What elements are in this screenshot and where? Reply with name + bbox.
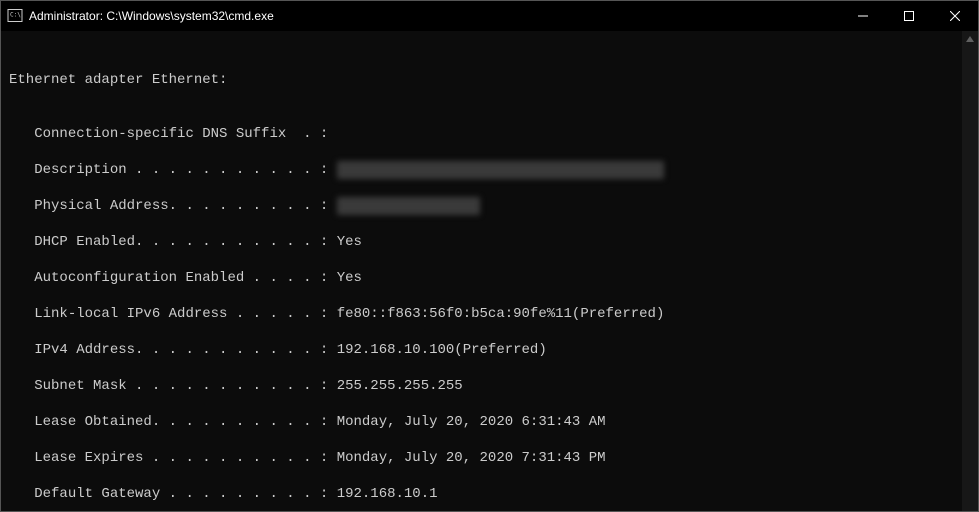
svg-text:C:\: C:\ (10, 12, 21, 19)
field-lease-expires: Lease Expires . . . . . . . . . . : Mond… (9, 449, 954, 467)
vertical-scrollbar[interactable] (962, 31, 978, 511)
field-default-gateway: Default Gateway . . . . . . . . . : 192.… (9, 485, 954, 503)
minimize-button[interactable] (840, 1, 886, 31)
field-ipv6-link-local: Link-local IPv6 Address . . . . . : fe80… (9, 305, 954, 323)
scroll-up-icon[interactable] (962, 31, 978, 47)
close-button[interactable] (932, 1, 978, 31)
redacted-value: 00-11-22-33-44-55 (337, 197, 480, 215)
field-dhcp-enabled: DHCP Enabled. . . . . . . . . . . : Yes (9, 233, 954, 251)
terminal-output[interactable]: Ethernet adapter Ethernet: Connection-sp… (1, 31, 962, 511)
field-autoconfig: Autoconfiguration Enabled . . . . : Yes (9, 269, 954, 287)
field-lease-obtained: Lease Obtained. . . . . . . . . . : Mond… (9, 413, 954, 431)
window-controls (840, 1, 978, 31)
window-title: Administrator: C:\Windows\system32\cmd.e… (29, 9, 274, 23)
field-subnet-mask: Subnet Mask . . . . . . . . . . . : 255.… (9, 377, 954, 395)
field-description: Description . . . . . . . . . . . : Inte… (9, 161, 954, 179)
field-physical-address: Physical Address. . . . . . . . . : 00-1… (9, 197, 954, 215)
field-dns-suffix: Connection-specific DNS Suffix . : (9, 125, 954, 143)
maximize-button[interactable] (886, 1, 932, 31)
field-ipv4-address: IPv4 Address. . . . . . . . . . . : 192.… (9, 341, 954, 359)
cmd-icon: C:\ (7, 8, 23, 24)
titlebar: C:\ Administrator: C:\Windows\system32\c… (1, 1, 978, 31)
adapter-header: Ethernet adapter Ethernet: (9, 71, 954, 89)
redacted-value: Intel(R) Ethernet Connection (2) I219-V (337, 161, 665, 179)
titlebar-left: C:\ Administrator: C:\Windows\system32\c… (7, 8, 274, 24)
